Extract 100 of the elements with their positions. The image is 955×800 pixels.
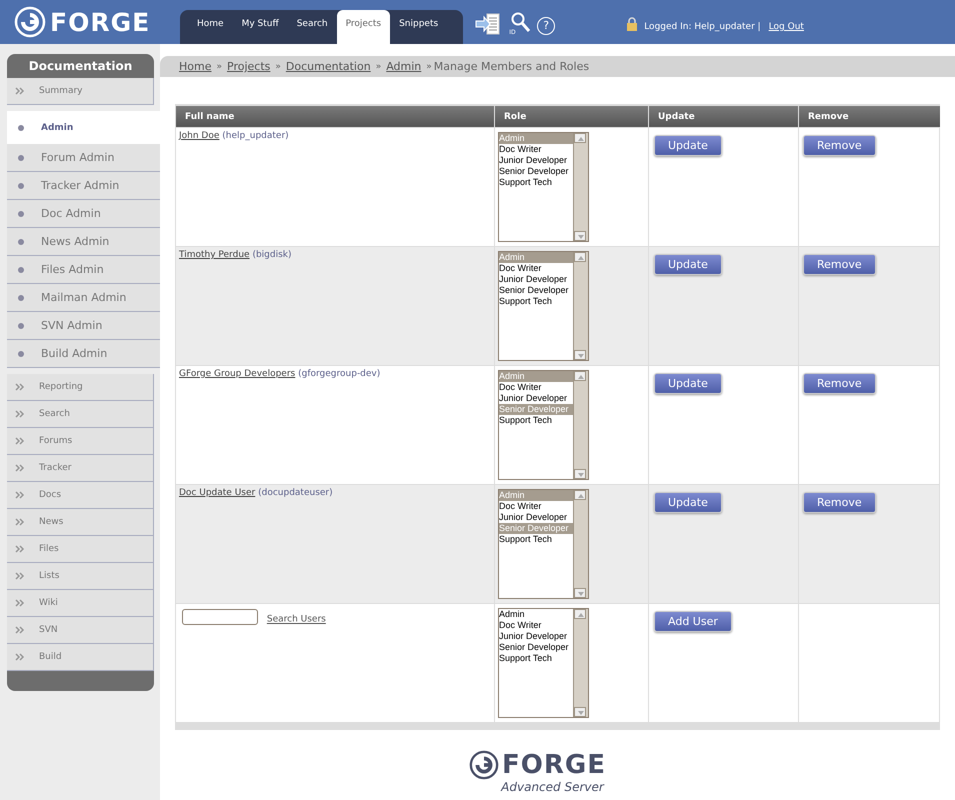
role-option[interactable]: Support Tech xyxy=(499,296,573,307)
scroll-down-icon[interactable] xyxy=(574,588,586,598)
bullet-icon xyxy=(18,154,24,160)
update-button[interactable]: Update xyxy=(654,492,722,513)
scroll-up-icon[interactable] xyxy=(574,133,586,143)
breadcrumb-separator: » xyxy=(426,62,432,72)
role-listbox[interactable]: Admin Doc Writer Junior Developer Senior Developer Support Tech xyxy=(498,370,589,480)
chevron-icon xyxy=(15,626,25,634)
role-option[interactable]: Admin xyxy=(499,133,573,144)
role-listbox[interactable]: Admin Doc Writer Junior Developer Senior Developer Support Tech xyxy=(498,489,589,599)
scroll-down-icon[interactable] xyxy=(574,350,586,360)
document-arrow-icon[interactable] xyxy=(475,13,502,35)
role-option[interactable]: Support Tech xyxy=(499,177,573,188)
role-option[interactable]: Senior Developer xyxy=(499,285,573,296)
sidebar-item[interactable]: SVN Admin xyxy=(7,312,160,340)
scroll-up-icon[interactable] xyxy=(574,252,586,262)
nav-tab[interactable]: Home xyxy=(188,10,233,44)
sidebar-item[interactable]: Reporting xyxy=(7,374,154,401)
role-option[interactable]: Doc Writer xyxy=(499,144,573,155)
sidebar-item[interactable]: Tracker Admin xyxy=(7,172,160,200)
sidebar-item[interactable]: Build Admin xyxy=(7,340,160,368)
update-button[interactable]: Update xyxy=(654,373,722,394)
role-option[interactable]: Support Tech xyxy=(499,534,573,545)
sidebar-item[interactable]: SVN xyxy=(7,617,154,644)
role-option[interactable]: Senior Developer xyxy=(499,404,573,415)
nav-tab[interactable]: Projects xyxy=(336,10,390,44)
scrollbar[interactable] xyxy=(573,490,588,598)
scroll-down-icon[interactable] xyxy=(574,231,586,241)
member-name-link[interactable]: Doc Update User xyxy=(179,488,256,498)
scrollbar[interactable] xyxy=(573,133,588,241)
user-search-field[interactable] xyxy=(182,609,258,625)
sidebar-item[interactable]: Files xyxy=(7,536,154,563)
breadcrumb-link[interactable]: Home xyxy=(179,60,212,73)
logout-link[interactable]: Log Out xyxy=(768,22,804,32)
role-option[interactable]: Junior Developer xyxy=(499,274,573,285)
role-option[interactable]: Admin xyxy=(499,252,573,263)
role-option[interactable]: Support Tech xyxy=(499,653,573,664)
remove-button[interactable]: Remove xyxy=(803,492,876,513)
role-listbox[interactable]: Admin Doc Writer Junior Developer Senior Developer Support Tech xyxy=(498,608,589,718)
scrollbar[interactable] xyxy=(573,609,588,717)
breadcrumb-link[interactable]: Projects xyxy=(227,60,270,73)
breadcrumb-link[interactable]: Documentation xyxy=(286,60,371,73)
update-button[interactable]: Update xyxy=(654,254,722,275)
search-users-link[interactable]: Search Users xyxy=(266,614,326,624)
sidebar-item[interactable]: Build xyxy=(7,644,154,671)
sidebar-item[interactable]: Forums xyxy=(7,428,154,455)
scroll-down-icon[interactable] xyxy=(574,469,586,479)
breadcrumb-separator: » xyxy=(376,62,382,72)
chevron-icon xyxy=(15,464,25,472)
scrollbar[interactable] xyxy=(573,371,588,479)
update-button[interactable]: Update xyxy=(654,135,722,156)
add-user-button[interactable]: Add User xyxy=(654,611,732,632)
role-option[interactable]: Support Tech xyxy=(499,415,573,426)
role-option[interactable]: Senior Developer xyxy=(499,523,573,534)
remove-button[interactable]: Remove xyxy=(803,254,876,275)
sidebar-item[interactable]: Wiki xyxy=(7,590,154,617)
member-name-link[interactable]: John Doe xyxy=(179,131,220,141)
role-option[interactable]: Admin xyxy=(499,490,573,501)
role-option[interactable]: Doc Writer xyxy=(499,263,573,274)
role-option[interactable]: Doc Writer xyxy=(499,501,573,512)
role-option[interactable]: Senior Developer xyxy=(499,166,573,177)
bullet-icon xyxy=(18,124,24,130)
scroll-up-icon[interactable] xyxy=(574,490,586,500)
sidebar-item[interactable]: Mailman Admin xyxy=(7,284,160,312)
nav-tab[interactable]: My Stuff xyxy=(232,10,288,44)
role-option[interactable]: Senior Developer xyxy=(499,642,573,653)
role-option[interactable]: Doc Writer xyxy=(499,620,573,631)
sidebar-item[interactable]: Search xyxy=(7,401,154,428)
role-listbox[interactable]: Admin Doc Writer Junior Developer Senior Developer Support Tech xyxy=(498,251,589,361)
scroll-down-icon[interactable] xyxy=(574,707,586,717)
role-option[interactable]: Junior Developer xyxy=(499,512,573,523)
role-option[interactable]: Junior Developer xyxy=(499,393,573,404)
remove-button[interactable]: Remove xyxy=(803,135,876,156)
scroll-up-icon[interactable] xyxy=(574,371,586,381)
sidebar-item[interactable]: Files Admin xyxy=(7,256,160,284)
bullet-icon xyxy=(18,294,24,300)
scroll-up-icon[interactable] xyxy=(574,609,586,619)
scrollbar[interactable] xyxy=(573,252,588,360)
remove-button[interactable]: Remove xyxy=(803,373,876,394)
sidebar-item[interactable]: Docs xyxy=(7,482,154,509)
help-icon[interactable]: ? xyxy=(537,17,556,35)
role-option[interactable]: Doc Writer xyxy=(499,382,573,393)
sidebar-item[interactable]: News Admin xyxy=(7,228,160,256)
member-name-link[interactable]: Timothy Perdue xyxy=(179,250,250,260)
role-option[interactable]: Junior Developer xyxy=(499,155,573,166)
sidebar-item[interactable]: Admin xyxy=(7,111,160,144)
nav-tab[interactable]: Snippets xyxy=(390,10,448,44)
breadcrumb-link[interactable]: Admin xyxy=(386,60,422,73)
role-listbox[interactable]: Admin Doc Writer Junior Developer Senior Developer Support Tech xyxy=(498,132,589,242)
role-option[interactable]: Admin xyxy=(499,609,573,620)
sidebar-item[interactable]: Lists xyxy=(7,563,154,590)
role-option[interactable]: Junior Developer xyxy=(499,631,573,642)
sidebar-item[interactable]: Doc Admin xyxy=(7,200,160,228)
member-name-link[interactable]: GForge Group Developers xyxy=(179,369,296,379)
sidebar-item[interactable]: News xyxy=(7,509,154,536)
nav-tab[interactable]: Search xyxy=(288,10,337,44)
sidebar-item[interactable]: Forum Admin xyxy=(7,144,160,172)
role-option[interactable]: Admin xyxy=(499,371,573,382)
sidebar-item[interactable]: Tracker xyxy=(7,455,154,482)
sidebar-item[interactable]: Summary xyxy=(7,78,154,105)
